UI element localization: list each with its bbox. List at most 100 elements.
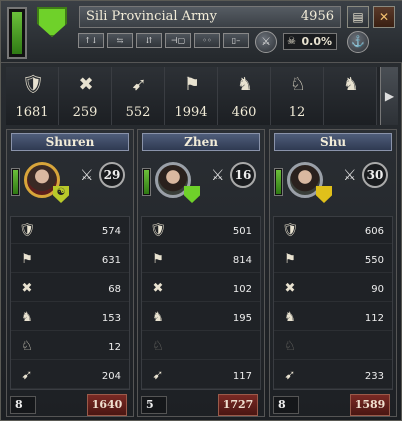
general-column: Shuren ☯ ⚔ 29 🛡 574 ⚑ 631 ✖ 68 ♞ 153 ♘ 12 ➹ 204 8 1640 — [6, 129, 134, 417]
tool-button-3[interactable]: ⇵ — [136, 33, 162, 48]
summary-count: 552 — [125, 105, 151, 120]
troop-total: 1640 — [87, 394, 127, 416]
unit-count: 68 — [108, 284, 121, 295]
casualty-pct: 0.0% — [301, 35, 332, 48]
crossbow-icon: ➹ — [284, 368, 296, 383]
unit-list: 🛡 574 ⚑ 631 ✖ 68 ♞ 153 ♘ 12 ➹ 204 — [10, 216, 130, 390]
infantry-icon: ⚑ — [152, 252, 164, 267]
tool-button-5[interactable]: ◦◦ — [194, 33, 220, 48]
unit-row[interactable]: ♞ 112 — [274, 306, 392, 331]
unit-count: 117 — [232, 371, 252, 382]
unit-count: 606 — [364, 226, 384, 237]
crossbow-icon: ➹ — [21, 368, 33, 383]
general-skill: 16 — [230, 162, 256, 188]
pikemen-icon: ✖ — [152, 281, 164, 296]
unit-row[interactable]: 🛡 606 — [274, 219, 392, 244]
cavalry-icon: ♞ — [152, 310, 164, 325]
army-name: Sili Provincial Army — [86, 9, 217, 24]
general-shield-icon: ☯ — [53, 186, 69, 203]
unit-list: 🛡 501 ⚑ 814 ✖ 102 ♞ 195 ♘ ➹ 117 — [141, 216, 261, 390]
summary-slot[interactable]: ✖ 259 — [59, 67, 112, 125]
unit-row[interactable]: 🛡 501 — [142, 219, 260, 244]
regiment-count: 8 — [273, 396, 299, 414]
regiment-count: 8 — [10, 396, 36, 414]
unit-row[interactable]: ✖ 90 — [274, 277, 392, 302]
general-organization-bar — [142, 168, 151, 196]
archer-icon: 🛡 — [21, 74, 45, 95]
troop-total: 1589 — [350, 394, 390, 416]
unit-row[interactable]: ➹ 204 — [11, 364, 129, 389]
crossed-swords-icon: ⚔ — [80, 166, 94, 184]
unit-count: 574 — [101, 226, 121, 237]
army-header: Sili Provincial Army 4956 ▤ ✕ ↑↓ ⇆ ⇵ ⊣▢ … — [1, 1, 402, 63]
summary-slot[interactable]: ♘ 12 — [271, 67, 324, 125]
archer-icon: 🛡 — [149, 223, 167, 238]
unit-row[interactable]: ➹ 233 — [274, 364, 392, 389]
army-name-bar[interactable]: Sili Provincial Army 4956 — [79, 6, 341, 28]
scroll-right-arrow-icon[interactable]: ▶ — [380, 67, 398, 125]
unit-row[interactable]: ♘ — [274, 335, 392, 360]
heavy-cavalry-icon: ♘ — [21, 339, 33, 354]
summary-count: 259 — [72, 105, 98, 120]
general-name[interactable]: Shuren — [11, 133, 129, 151]
close-button[interactable]: ✕ — [373, 6, 395, 28]
empty-cavalry-icon: ♞ — [342, 74, 360, 95]
unit-count: 550 — [364, 255, 384, 266]
cavalry-icon: ♞ — [21, 310, 33, 325]
unit-row[interactable]: ✖ 68 — [11, 277, 129, 302]
regiment-count: 5 — [141, 396, 167, 414]
infantry-icon: ⚑ — [284, 252, 296, 267]
unit-count: 814 — [232, 255, 252, 266]
unit-row[interactable]: ♞ 195 — [142, 306, 260, 331]
unit-count: 195 — [232, 313, 252, 324]
cavalry-icon: ♞ — [236, 74, 254, 95]
unit-count: 153 — [101, 313, 121, 324]
summary-slot[interactable]: ♞ — [324, 67, 377, 125]
unit-row[interactable]: ♘ 12 — [11, 335, 129, 360]
unit-row[interactable]: ➹ 117 — [142, 364, 260, 389]
summary-slot[interactable]: ♞ 460 — [218, 67, 271, 125]
summary-count: 1994 — [174, 105, 208, 120]
tool-button-2[interactable]: ⇆ — [107, 33, 133, 48]
unit-row[interactable]: ♘ — [142, 335, 260, 360]
infantry-icon: ⚑ — [183, 74, 201, 95]
general-column: Shu ⚔ 30 🛡 606 ⚑ 550 ✖ 90 ♞ 112 ♘ ➹ 233 8 1589 — [269, 129, 397, 417]
casualty-box: ☠ 0.0% — [283, 33, 337, 50]
tool-button-6[interactable]: ▯– — [223, 33, 249, 48]
cavalry-icon: ♞ — [284, 310, 296, 325]
tool-button-1[interactable]: ↑↓ — [78, 33, 104, 48]
unit-count: 204 — [101, 371, 121, 382]
tool-button-4[interactable]: ⊣▢ — [165, 33, 191, 48]
summary-slot[interactable]: 🛡 1681 — [6, 67, 59, 125]
unit-row[interactable]: ⚑ 631 — [11, 248, 129, 273]
summary-slot[interactable]: ⚑ 1994 — [165, 67, 218, 125]
crossed-swords-icon: ⚔ — [343, 166, 357, 184]
general-skill: 30 — [362, 162, 388, 188]
summary-slot[interactable]: ➹ 552 — [112, 67, 165, 125]
general-name[interactable]: Shu — [274, 133, 392, 151]
general-shield-icon — [316, 186, 332, 203]
crossbow-icon: ➹ — [152, 368, 164, 383]
summary-count: 1681 — [15, 105, 49, 120]
pikemen-icon: ✖ — [284, 281, 296, 296]
ledger-button[interactable]: ▤ — [347, 6, 369, 28]
general-shield-icon — [184, 186, 200, 203]
disband-icon[interactable]: ⚔ — [255, 31, 277, 53]
unit-row[interactable]: ✖ 102 — [142, 277, 260, 302]
troop-total: 1727 — [218, 394, 258, 416]
heavy-cavalry-icon: ♘ — [152, 339, 164, 354]
unit-count: 631 — [101, 255, 121, 266]
unit-row[interactable]: 🛡 574 — [11, 219, 129, 244]
army-men-count: 4956 — [300, 9, 334, 24]
general-name[interactable]: Zhen — [142, 133, 260, 151]
unit-row[interactable]: ♞ 153 — [11, 306, 129, 331]
unit-summary-row: 🛡 1681 ✖ 259 ➹ 552 ⚑ 1994 ♞ 460 ♘ 12 ♞ ▶ — [6, 67, 398, 125]
unit-count: 90 — [371, 284, 384, 295]
heavy-cavalry-icon: ♘ — [284, 339, 296, 354]
anchor-button[interactable]: ⚓ — [347, 31, 369, 53]
summary-count: 12 — [288, 105, 306, 120]
unit-row[interactable]: ⚑ 814 — [142, 248, 260, 273]
unit-row[interactable]: ⚑ 550 — [274, 248, 392, 273]
summary-count: 460 — [231, 105, 257, 120]
infantry-icon: ⚑ — [21, 252, 33, 267]
